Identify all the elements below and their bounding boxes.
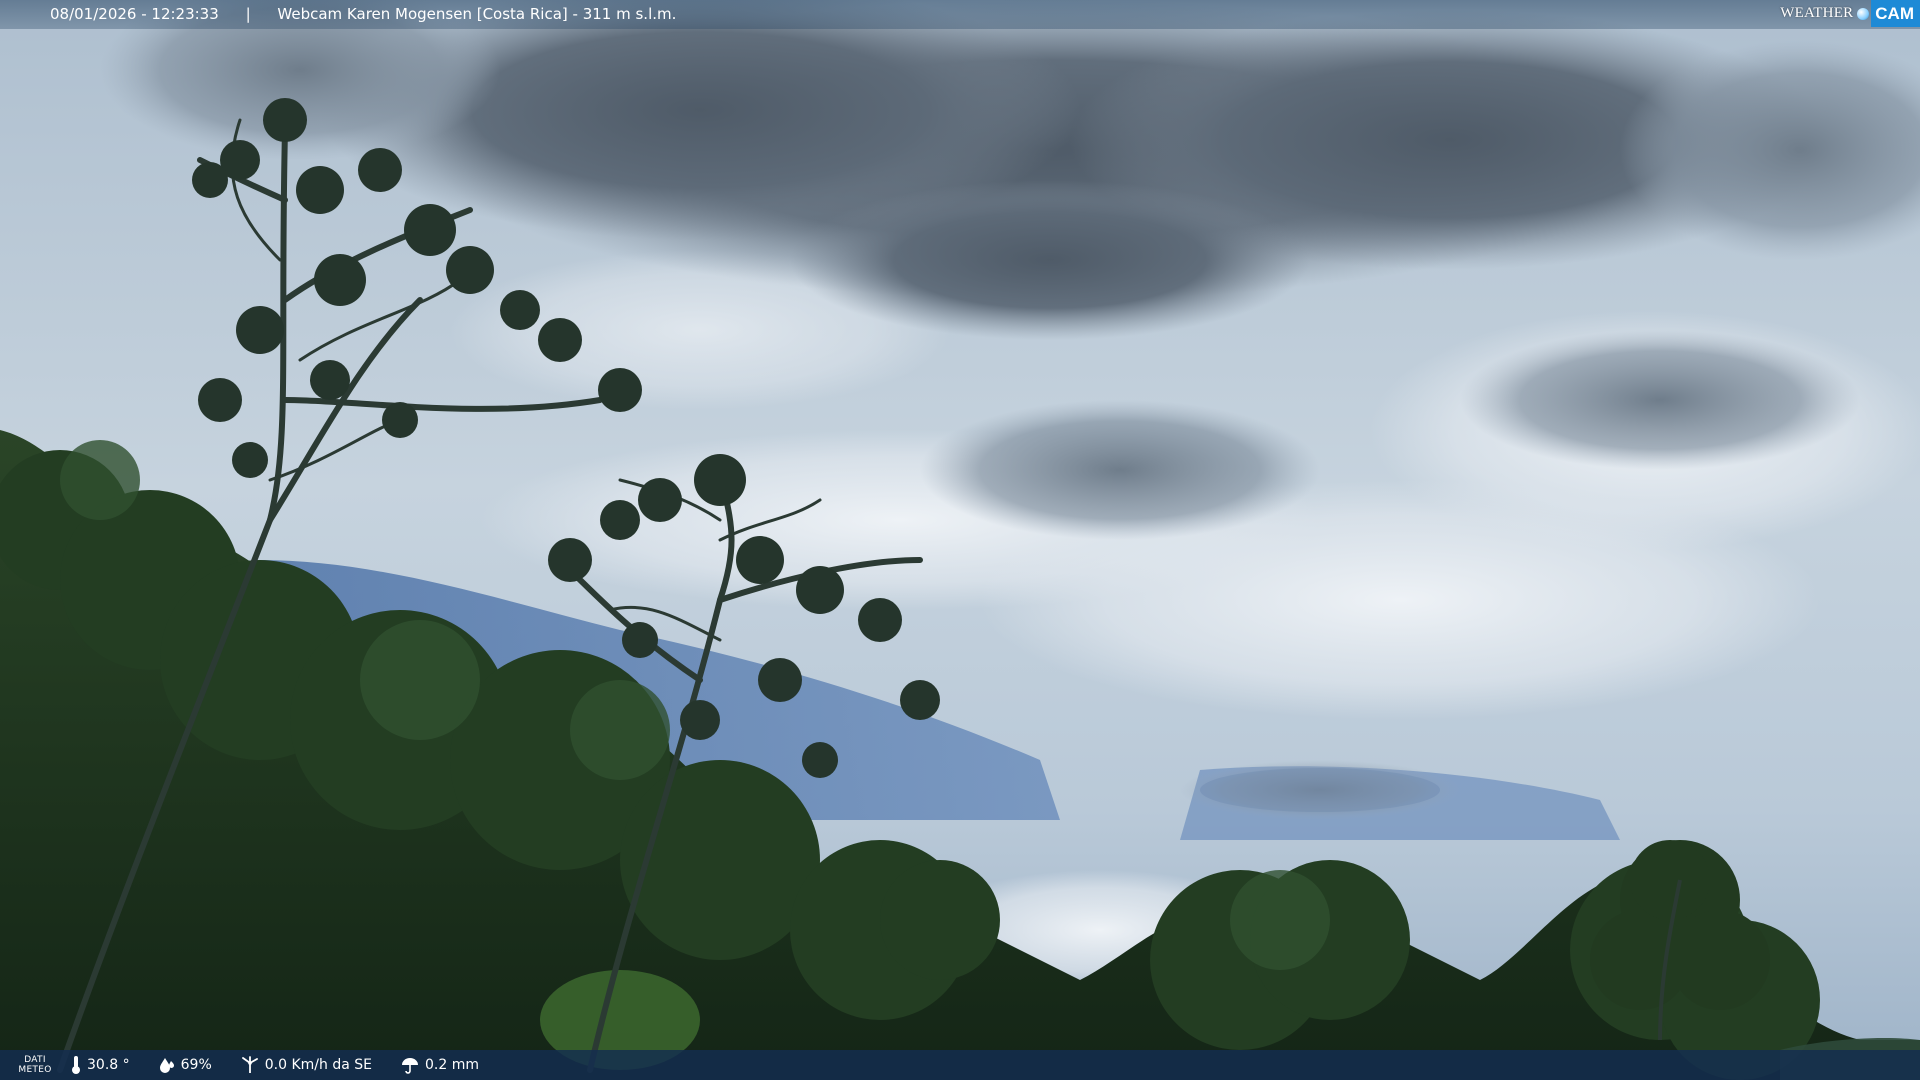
- wind-reading: 0.0 Km/h da SE: [240, 1056, 372, 1074]
- weather-data-bar: DATI METEO 30.8 ° 69% 0.0 Km/h da SE 0.2…: [0, 1050, 1920, 1080]
- humidity-value: 69%: [180, 1057, 212, 1073]
- capture-datetime: 08/01/2026 - 12:23:33: [50, 5, 219, 23]
- caption: 08/01/2026 - 12:23:33 | Webcam Karen Mog…: [50, 0, 676, 29]
- temperature-reading: 30.8 °: [70, 1055, 130, 1075]
- humidity-reading: 69%: [158, 1056, 212, 1074]
- weathercam-logo[interactable]: WEATHER CAM: [1780, 0, 1920, 27]
- separator: |: [245, 5, 251, 23]
- rain-reading: 0.2 mm: [400, 1056, 479, 1074]
- logo-globe-icon: [1857, 7, 1870, 20]
- rain-value: 0.2 mm: [424, 1057, 479, 1073]
- logo-word-cam: CAM: [1871, 0, 1920, 27]
- thermometer-icon: [72, 1056, 80, 1074]
- wind-icon: [241, 1056, 258, 1073]
- rain-umbrella-icon: [401, 1058, 418, 1074]
- webcam-title: Webcam Karen Mogensen [Costa Rica] - 311…: [277, 5, 677, 23]
- temperature-value: 30.8 °: [87, 1057, 130, 1073]
- weather-data-label: DATI METEO: [0, 1055, 70, 1075]
- top-info-bar: 08/01/2026 - 12:23:33 | Webcam Karen Mog…: [0, 0, 1920, 29]
- webcam-landscape-image: [0, 0, 1920, 1080]
- webcam-view: 08/01/2026 - 12:23:33 | Webcam Karen Mog…: [0, 0, 1920, 1080]
- logo-word-weather: WEATHER: [1780, 5, 1854, 21]
- humidity-drop-icon: [159, 1058, 174, 1073]
- weather-label-line2: METEO: [18, 1065, 52, 1075]
- wind-value: 0.0 Km/h da SE: [264, 1057, 372, 1073]
- weather-label-line1: DATI: [24, 1055, 46, 1065]
